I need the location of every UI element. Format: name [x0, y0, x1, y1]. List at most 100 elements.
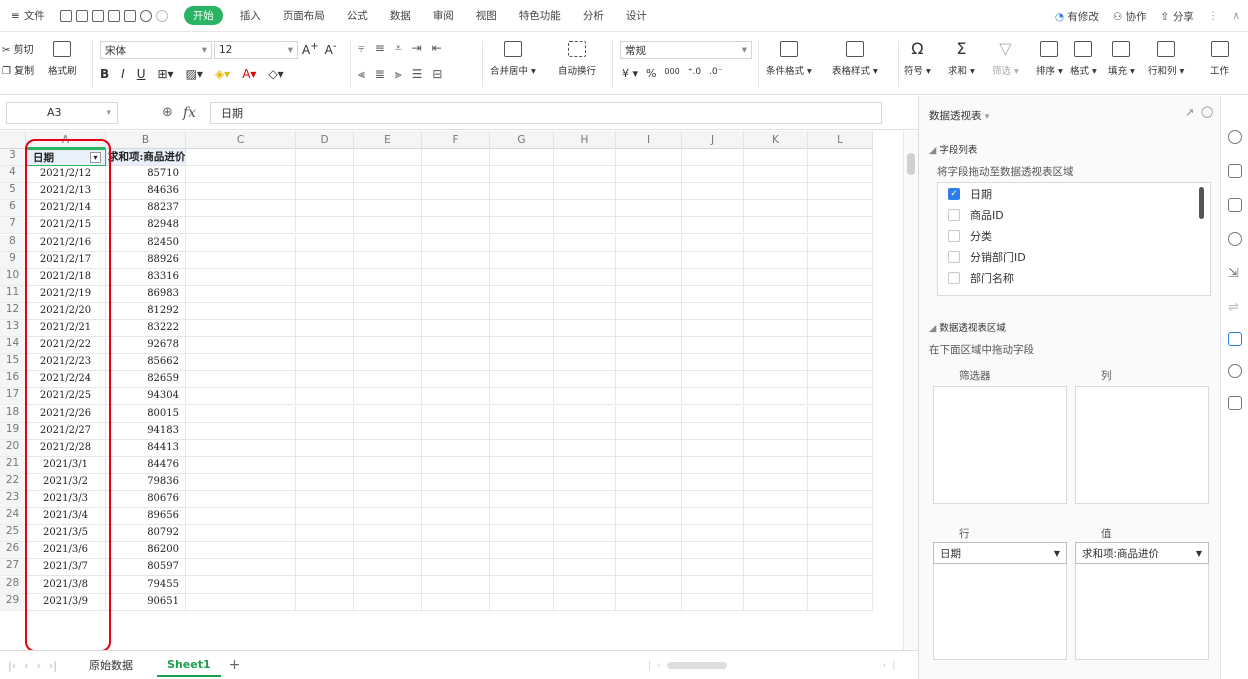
column-header[interactable]: G [490, 131, 554, 149]
empty-cell[interactable] [490, 388, 554, 406]
print-preview-icon[interactable] [123, 9, 136, 22]
empty-cell[interactable] [616, 422, 682, 440]
empty-cell[interactable] [808, 491, 873, 509]
checkbox-icon[interactable] [948, 250, 960, 263]
collapse-ribbon-icon[interactable]: ∧ [1232, 10, 1240, 22]
empty-cell[interactable] [490, 251, 554, 269]
empty-cell[interactable] [682, 559, 744, 577]
empty-cell[interactable] [808, 302, 873, 320]
empty-cell[interactable] [490, 473, 554, 491]
empty-cell[interactable] [186, 354, 296, 372]
symbol-button[interactable]: Ω 符号 ▾ [904, 41, 931, 78]
empty-cell[interactable] [186, 576, 296, 594]
empty-cell[interactable] [354, 337, 422, 355]
row-header[interactable]: 27 [0, 559, 26, 577]
field-item-date[interactable]: ✓ 日期 [938, 183, 1210, 204]
outdent-icon[interactable]: ⇤ [432, 41, 442, 56]
empty-cell[interactable] [490, 268, 554, 286]
empty-cell[interactable] [354, 508, 422, 526]
empty-cell[interactable] [682, 337, 744, 355]
fill-color-icon[interactable]: ◈▾ [215, 67, 230, 81]
empty-cell[interactable] [186, 439, 296, 457]
empty-cell[interactable] [616, 268, 682, 286]
empty-cell[interactable] [296, 251, 354, 269]
empty-cell[interactable] [490, 422, 554, 440]
empty-cell[interactable] [296, 405, 354, 423]
empty-cell[interactable] [616, 593, 682, 611]
empty-cell[interactable] [808, 320, 873, 338]
column-header[interactable]: B [106, 131, 186, 149]
select-all-corner[interactable] [0, 131, 26, 149]
border-icon[interactable]: ⊞▾ [158, 67, 174, 81]
row-header[interactable]: 28 [0, 576, 26, 594]
checkbox-checked-icon[interactable]: ✓ [948, 187, 960, 200]
value-cell[interactable]: 79455 [106, 576, 186, 594]
empty-cell[interactable] [616, 439, 682, 457]
empty-cell[interactable] [744, 200, 808, 218]
empty-cell[interactable] [490, 593, 554, 611]
empty-cell[interactable] [554, 576, 616, 594]
font-name-select[interactable]: 宋体 ▾ [100, 41, 212, 59]
empty-cell[interactable] [490, 456, 554, 474]
empty-cell[interactable] [296, 285, 354, 303]
empty-cell[interactable] [296, 473, 354, 491]
column-header[interactable]: I [616, 131, 682, 149]
empty-cell[interactable] [744, 285, 808, 303]
cut-button[interactable]: ✂ 剪切 [2, 41, 34, 56]
save-icon[interactable] [75, 9, 88, 22]
empty-cell[interactable] [296, 302, 354, 320]
value-cell[interactable]: 90651 [106, 593, 186, 611]
decrease-decimal-icon[interactable]: .0⁻ [709, 67, 722, 80]
checkbox-icon[interactable] [948, 229, 960, 242]
empty-cell[interactable] [554, 473, 616, 491]
empty-cell[interactable] [296, 354, 354, 372]
value-cell[interactable]: 83316 [106, 268, 186, 286]
value-cell[interactable]: 80015 [106, 405, 186, 423]
column-header[interactable]: D [296, 131, 354, 149]
row-header[interactable]: 24 [0, 508, 26, 526]
undo-icon[interactable] [139, 9, 152, 22]
empty-cell[interactable] [422, 285, 490, 303]
field-item-product-id[interactable]: 商品ID [938, 204, 1210, 225]
empty-cell[interactable] [616, 388, 682, 406]
row-header[interactable]: 11 [0, 285, 26, 303]
row-header[interactable]: 13 [0, 320, 26, 338]
fx-icon[interactable]: fx [183, 105, 196, 121]
empty-cell[interactable] [354, 525, 422, 543]
formula-input[interactable]: 日期 [209, 101, 882, 124]
copy-button[interactable]: ❐ 复制 [2, 62, 34, 77]
align-left-icon[interactable]: ⫷ [358, 67, 365, 82]
column-drop-area[interactable] [1075, 386, 1209, 504]
empty-cell[interactable] [554, 405, 616, 423]
empty-cell[interactable] [808, 183, 873, 201]
empty-cell[interactable] [296, 166, 354, 184]
empty-cell[interactable] [296, 525, 354, 543]
value-cell[interactable]: 92678 [106, 337, 186, 355]
empty-cell[interactable] [682, 456, 744, 474]
empty-cell[interactable] [808, 559, 873, 577]
empty-cell[interactable] [354, 388, 422, 406]
empty-cell[interactable] [422, 422, 490, 440]
distribute-icon[interactable]: ⊟ [432, 67, 442, 82]
settings-icon[interactable] [1228, 232, 1242, 246]
empty-cell[interactable] [554, 183, 616, 201]
value-cell[interactable]: 83222 [106, 320, 186, 338]
shape-icon[interactable] [1228, 198, 1242, 212]
value-cell[interactable]: 88237 [106, 200, 186, 218]
empty-cell[interactable] [554, 234, 616, 252]
share-button[interactable]: ⇧ 分享 [1161, 9, 1194, 24]
empty-cell[interactable] [354, 285, 422, 303]
empty-cell[interactable] [422, 456, 490, 474]
font-size-select[interactable]: 12 ▾ [214, 41, 298, 59]
column-header[interactable]: L [808, 131, 873, 149]
empty-cell[interactable] [554, 439, 616, 457]
empty-cell[interactable] [186, 200, 296, 218]
tab-design[interactable]: 设计 [615, 8, 658, 23]
number-format-select[interactable]: 常规 ▾ [620, 41, 752, 59]
column-header[interactable]: C [186, 131, 296, 149]
empty-cell[interactable] [422, 371, 490, 389]
empty-cell[interactable] [354, 200, 422, 218]
empty-cell[interactable] [554, 337, 616, 355]
empty-cell[interactable] [554, 354, 616, 372]
indent-icon[interactable]: ⇥ [412, 41, 422, 56]
